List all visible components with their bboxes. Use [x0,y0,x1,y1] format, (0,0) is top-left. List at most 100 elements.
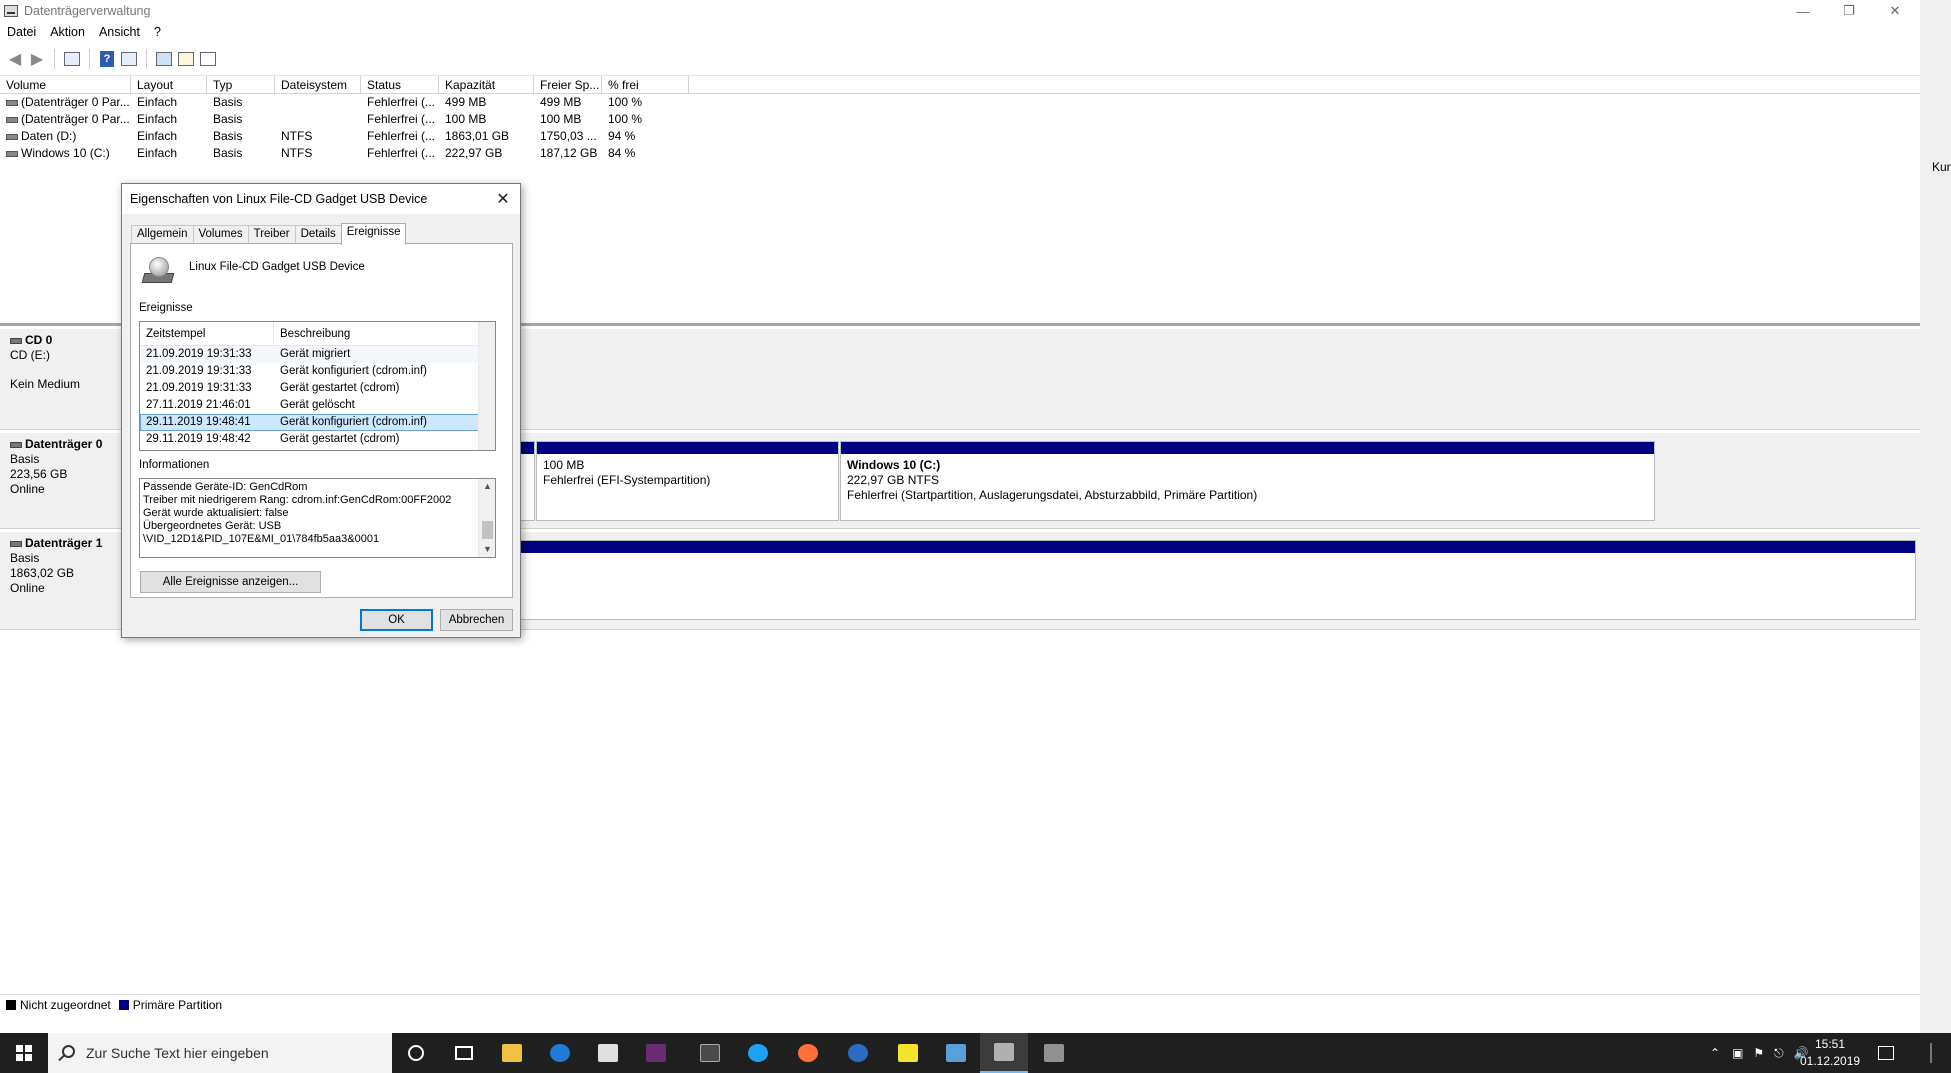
events-scrollbar[interactable] [478,322,495,450]
table-row[interactable]: (Datenträger 0 Par... Einfach Basis Fehl… [0,111,1920,128]
typ-cell: Basis [213,129,243,143]
partition-size: 100 MB [543,458,585,472]
partition-windows-c[interactable]: Windows 10 (C:) 222,97 GB NTFS Fehlerfre… [840,441,1655,521]
task-view-icon[interactable] [440,1033,488,1073]
device-manager-icon[interactable] [1030,1033,1078,1073]
tab-ereignisse[interactable]: Ereignisse [340,223,407,245]
network-icon[interactable]: ▣ [1732,1046,1743,1060]
list-item-selected[interactable]: 29.11.2019 19:48:41 Gerät konfiguriert (… [140,414,495,431]
start-button[interactable] [0,1033,48,1073]
store-icon[interactable] [584,1033,632,1073]
column-kapazitaet[interactable]: Kapazität [439,76,534,93]
help-icon[interactable]: ? [96,48,118,70]
list-item[interactable]: 21.09.2019 19:31:33 Gerät migriert [140,346,495,363]
edge-browser-icon[interactable] [536,1033,584,1073]
messenger-icon[interactable] [734,1033,782,1073]
menu-ansicht[interactable]: Ansicht [92,25,147,39]
show-all-events-button[interactable]: Alle Ereignisse anzeigen... [140,571,321,593]
security-icon[interactable]: ⚑ [1753,1046,1764,1060]
event-description: Gerät gelöscht [280,399,355,411]
cd-drive-icon [10,337,22,344]
disk-management-taskbar-icon[interactable] [980,1033,1028,1073]
notification-center-icon[interactable] [1862,1033,1910,1073]
column-freier-speicher[interactable]: Freier Sp... [534,76,602,93]
cortana-icon[interactable] [392,1033,440,1073]
list-properties-icon[interactable] [197,48,219,70]
kapazitaet-cell: 499 MB [445,95,487,109]
forward-arrow-icon[interactable]: ▶ [26,48,48,70]
file-explorer-icon[interactable] [488,1033,536,1073]
column-status[interactable]: Status [361,76,439,93]
scroll-down-icon[interactable]: ▼ [479,542,495,557]
calculator-icon[interactable] [686,1033,734,1073]
table-row[interactable]: Windows 10 (C:) Einfach Basis NTFS Fehle… [0,145,1920,162]
disk-status: Online [10,482,45,496]
properties-view-icon[interactable] [118,48,140,70]
events-list[interactable]: Zeitstempel Beschreibung 21.09.2019 19:3… [139,321,496,451]
info-text-box[interactable]: Passende Geräte-ID: GenCdRom Treiber mit… [139,478,496,558]
event-description: Gerät migriert [280,348,351,360]
table-row[interactable]: Daten (D:) Einfach Basis NTFS Fehlerfrei… [0,128,1920,145]
cut-off-text: Kun [1932,160,1951,174]
list-item[interactable]: 29.11.2019 19:48:42 Gerät gestartet (cdr… [140,431,495,448]
ok-button[interactable]: OK [360,609,433,631]
volume-icon [6,99,18,106]
cancel-button[interactable]: Abbrechen [440,609,513,631]
scroll-up-icon[interactable]: ▲ [479,479,495,494]
chevron-up-icon[interactable]: ⌃ [1710,1046,1720,1060]
volume-list-header: Volume Layout Typ Dateisystem Status Kap… [0,76,1920,94]
column-volume[interactable]: Volume [0,76,131,93]
list-item[interactable]: 21.09.2019 19:31:33 Gerät konfiguriert (… [140,363,495,380]
minimize-button[interactable]: — [1780,0,1826,22]
legend-swatch-primary [118,999,129,1010]
legend-unallocated: Nicht zugeordnet [20,997,111,1012]
close-window-button[interactable]: ✕ [1872,0,1918,22]
volume-icon [6,150,18,157]
column-beschreibung[interactable]: Beschreibung [274,322,350,345]
column-dateisystem[interactable]: Dateisystem [275,76,361,93]
clock[interactable]: 15:51 01.12.2019 [1800,1036,1860,1070]
usb-icon[interactable]: ⎋ [1774,1046,1784,1061]
column-layout[interactable]: Layout [131,76,207,93]
disk-type: Basis [10,452,40,466]
mail-icon[interactable] [834,1033,882,1073]
search-box[interactable]: Zur Suche Text hier eingeben [48,1033,392,1073]
partition-name: Windows 10 (C:) [847,458,941,472]
menu-help[interactable]: ? [147,25,168,39]
tab-volumes[interactable]: Volumes [192,225,249,244]
back-arrow-icon[interactable]: ◀ [4,48,26,70]
info-scrollbar[interactable]: ▲ ▼ [478,479,495,557]
column-zeitstempel[interactable]: Zeitstempel [140,322,274,345]
sticky-notes-icon[interactable] [884,1033,932,1073]
column-typ[interactable]: Typ [207,76,275,93]
search-icon [62,1045,75,1058]
connect-disk-icon[interactable] [153,48,175,70]
show-desktop-button[interactable] [1910,1033,1951,1073]
restore-button[interactable]: ❐ [1826,0,1872,22]
partition-size: 222,97 GB NTFS [847,473,940,487]
checklist-icon[interactable] [175,48,197,70]
app-icon[interactable] [632,1033,680,1073]
scroll-thumb[interactable] [482,521,493,539]
close-icon[interactable]: ✕ [492,188,514,210]
tab-details[interactable]: Details [294,225,342,244]
partition-bar [841,442,1654,454]
freier-cell: 100 MB [540,112,582,126]
remote-desktop-icon[interactable] [932,1033,980,1073]
list-item[interactable]: 21.09.2019 19:31:33 Gerät gestartet (cdr… [140,380,495,397]
partition-efi[interactable]: 100 MB Fehlerfrei (EFI-Systempartition) [536,441,839,521]
list-item[interactable]: 27.11.2019 21:46:01 Gerät gelöscht [140,397,495,414]
column-prozent-frei[interactable]: % frei [602,76,689,93]
toolbar: ◀ ▶ ? [0,42,1920,76]
tab-treiber[interactable]: Treiber [247,225,296,244]
events-label: Ereignisse [139,302,193,314]
table-row[interactable]: (Datenträger 0 Par... Einfach Basis Fehl… [0,94,1920,111]
status-cell: Fehlerfrei (... [367,146,436,160]
info-line: Gerät wurde aktualisiert: false [143,507,289,519]
firefox-icon[interactable] [784,1033,832,1073]
tab-allgemein[interactable]: Allgemein [131,225,194,244]
menu-datei[interactable]: Datei [0,25,43,39]
console-tree-icon[interactable] [61,48,83,70]
menu-aktion[interactable]: Aktion [43,25,92,39]
disk-line1: CD (E:) [10,348,50,362]
